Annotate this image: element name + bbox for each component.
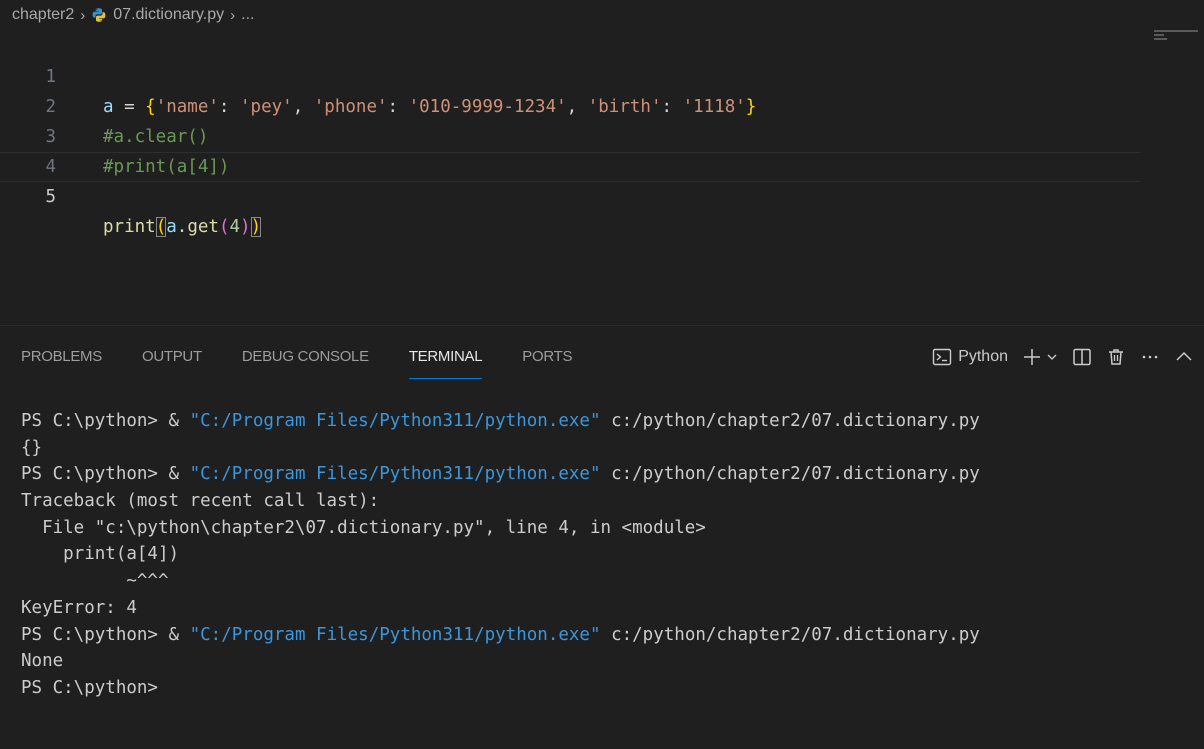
more-icon[interactable] [1140,347,1160,367]
panel-actions: Python [932,326,1194,388]
terminal-line: PS C:\python> & "C:/Program Files/Python… [21,408,980,435]
code-line-4[interactable]: 4 [0,122,1204,177]
chevron-down-icon[interactable] [1046,351,1058,363]
python-file-icon [91,7,107,23]
tab-problems[interactable]: PROBLEMS [21,326,102,388]
terminal-line: print(a[4]) [21,544,180,565]
breadcrumb-folder[interactable]: chapter2 [12,6,74,24]
terminal-icon [932,347,952,367]
breadcrumb-symbol[interactable]: ... [241,6,254,24]
breadcrumb: chapter2 › 07.dictionary.py › ... [12,4,254,26]
code-line-3[interactable]: 3 #print(a[4]) [0,92,1204,177]
prompt: PS C:\python> [21,624,158,645]
bottom-panel: PROBLEMS OUTPUT DEBUG CONSOLE TERMINAL P… [0,325,1204,749]
terminal-line: Traceback (most recent call last): [21,491,380,512]
amp: & [168,464,180,485]
terminal-line: None [21,651,64,672]
chevron-up-icon[interactable] [1174,347,1194,367]
terminal-line: PS C:\python> [21,677,158,698]
code-area[interactable]: 1 a = {'name': 'pey', 'phone': '010-9999… [0,32,1204,237]
terminal-line: File "c:\python\chapter2\07.dictionary.p… [21,517,706,538]
amp: & [168,624,180,645]
terminal-line: PS C:\python> & "C:/Program Files/Python… [21,622,980,649]
code-line-2[interactable]: 2 #a.clear() [0,62,1204,147]
exe-path: "C:/Program Files/Python311/python.exe" [189,411,601,431]
terminal-line: KeyError: 4 [21,597,137,618]
terminal-line: {} [21,437,43,458]
amp: & [168,411,180,431]
tab-ports[interactable]: PORTS [522,326,572,388]
script-path: c:/python/chapter2/07.dictionary.py [611,464,980,485]
terminal-output[interactable]: PS C:\python> & "C:/Program Files/Python… [21,408,980,702]
script-path: c:/python/chapter2/07.dictionary.py [611,624,980,645]
line-number: 5 [45,187,56,207]
prompt: PS C:\python> [21,411,158,431]
breadcrumb-separator-icon: › [230,6,236,24]
panel-tabs: PROBLEMS OUTPUT DEBUG CONSOLE TERMINAL P… [0,326,591,388]
tab-debug-console[interactable]: DEBUG CONSOLE [242,326,369,388]
terminal-selector[interactable]: Python [932,347,1008,367]
tab-terminal[interactable]: TERMINAL [408,326,483,388]
exe-path: "C:/Program Files/Python311/python.exe" [189,464,601,485]
code-text: print(a.get(4)) [103,217,262,237]
breadcrumb-file[interactable]: 07.dictionary.py [113,6,224,24]
terminal-name: Python [958,348,1008,365]
code-line-1[interactable]: 1 a = {'name': 'pey', 'phone': '010-9999… [0,32,1204,117]
breadcrumb-separator-icon: › [80,6,86,24]
exe-path: "C:/Program Files/Python311/python.exe" [189,624,601,645]
trash-icon[interactable] [1106,347,1126,367]
editor: chapter2 › 07.dictionary.py › ... 1 a = … [0,0,1204,325]
code-line-5[interactable]: 5 print(a.get(4)) [0,152,1140,237]
new-terminal-button[interactable] [1022,347,1058,367]
terminal-line: ~^^^ [21,571,169,592]
terminal-line: PS C:\python> & "C:/Program Files/Python… [21,461,980,488]
split-icon[interactable] [1072,347,1092,367]
script-path: c:/python/chapter2/07.dictionary.py [611,411,980,431]
tab-output[interactable]: OUTPUT [142,326,202,388]
plus-icon [1022,347,1042,367]
prompt: PS C:\python> [21,464,158,485]
